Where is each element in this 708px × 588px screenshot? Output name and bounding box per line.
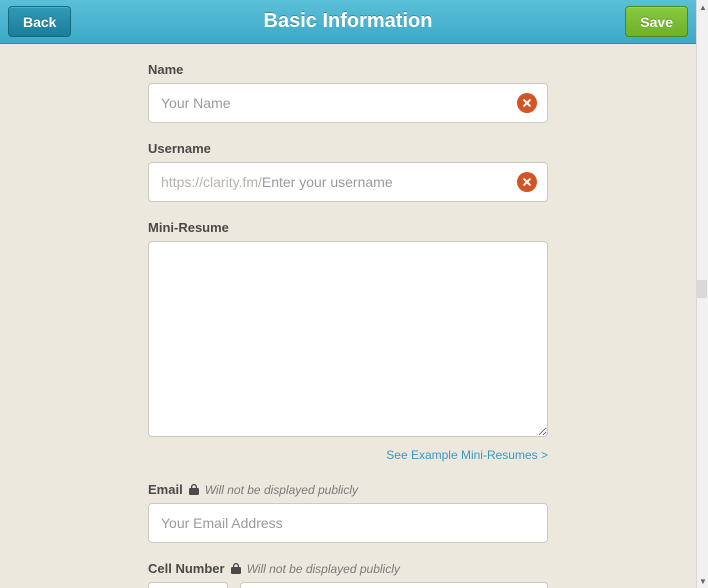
name-field: Name — [148, 62, 548, 123]
cell-field: Cell Number Will not be displayed public… — [148, 561, 548, 588]
mini-resume-textarea[interactable] — [148, 241, 548, 437]
lock-icon — [189, 484, 199, 495]
window-scrollbar[interactable]: ▲ ▼ — [696, 0, 708, 588]
app-viewport: Back Basic Information Save Name Usernam… — [0, 0, 708, 588]
clear-icon[interactable] — [517, 93, 537, 113]
mini-resume-label: Mini-Resume — [148, 220, 548, 235]
username-field: Username https://clarity.fm/ — [148, 141, 548, 202]
name-input-box — [148, 83, 548, 123]
username-label: Username — [148, 141, 548, 156]
save-button[interactable]: Save — [625, 6, 688, 37]
clear-icon[interactable] — [517, 172, 537, 192]
cell-input-box — [240, 582, 548, 588]
email-input-box — [148, 503, 548, 543]
page-title: Basic Information — [264, 10, 433, 33]
scrollbar-marker — [697, 280, 707, 298]
page-scroll[interactable]: Back Basic Information Save Name Usernam… — [0, 0, 696, 588]
name-input[interactable] — [161, 95, 507, 111]
email-field: Email Will not be displayed publicly — [148, 482, 548, 543]
header-bar: Back Basic Information Save — [0, 0, 696, 44]
cell-hint: Will not be displayed publicly — [247, 562, 400, 576]
username-input-box: https://clarity.fm/ — [148, 162, 548, 202]
lock-icon — [231, 563, 241, 574]
back-button[interactable]: Back — [8, 6, 71, 37]
form-content: Name Username https://clarity.fm/ — [0, 44, 696, 588]
name-label: Name — [148, 62, 548, 77]
username-prefix: https://clarity.fm/ — [161, 174, 262, 190]
email-label: Email — [148, 482, 183, 497]
cell-label: Cell Number — [148, 561, 225, 576]
email-hint: Will not be displayed publicly — [205, 483, 358, 497]
example-resumes-link[interactable]: See Example Mini-Resumes > — [386, 448, 548, 462]
username-input[interactable] — [262, 174, 507, 190]
mini-resume-field: Mini-Resume See Example Mini-Resumes > — [148, 220, 548, 464]
email-input[interactable] — [161, 515, 507, 531]
scroll-down-arrow-icon[interactable]: ▼ — [697, 574, 708, 588]
country-code-select[interactable]: +1 — [148, 582, 228, 588]
scroll-up-arrow-icon[interactable]: ▲ — [697, 0, 708, 14]
